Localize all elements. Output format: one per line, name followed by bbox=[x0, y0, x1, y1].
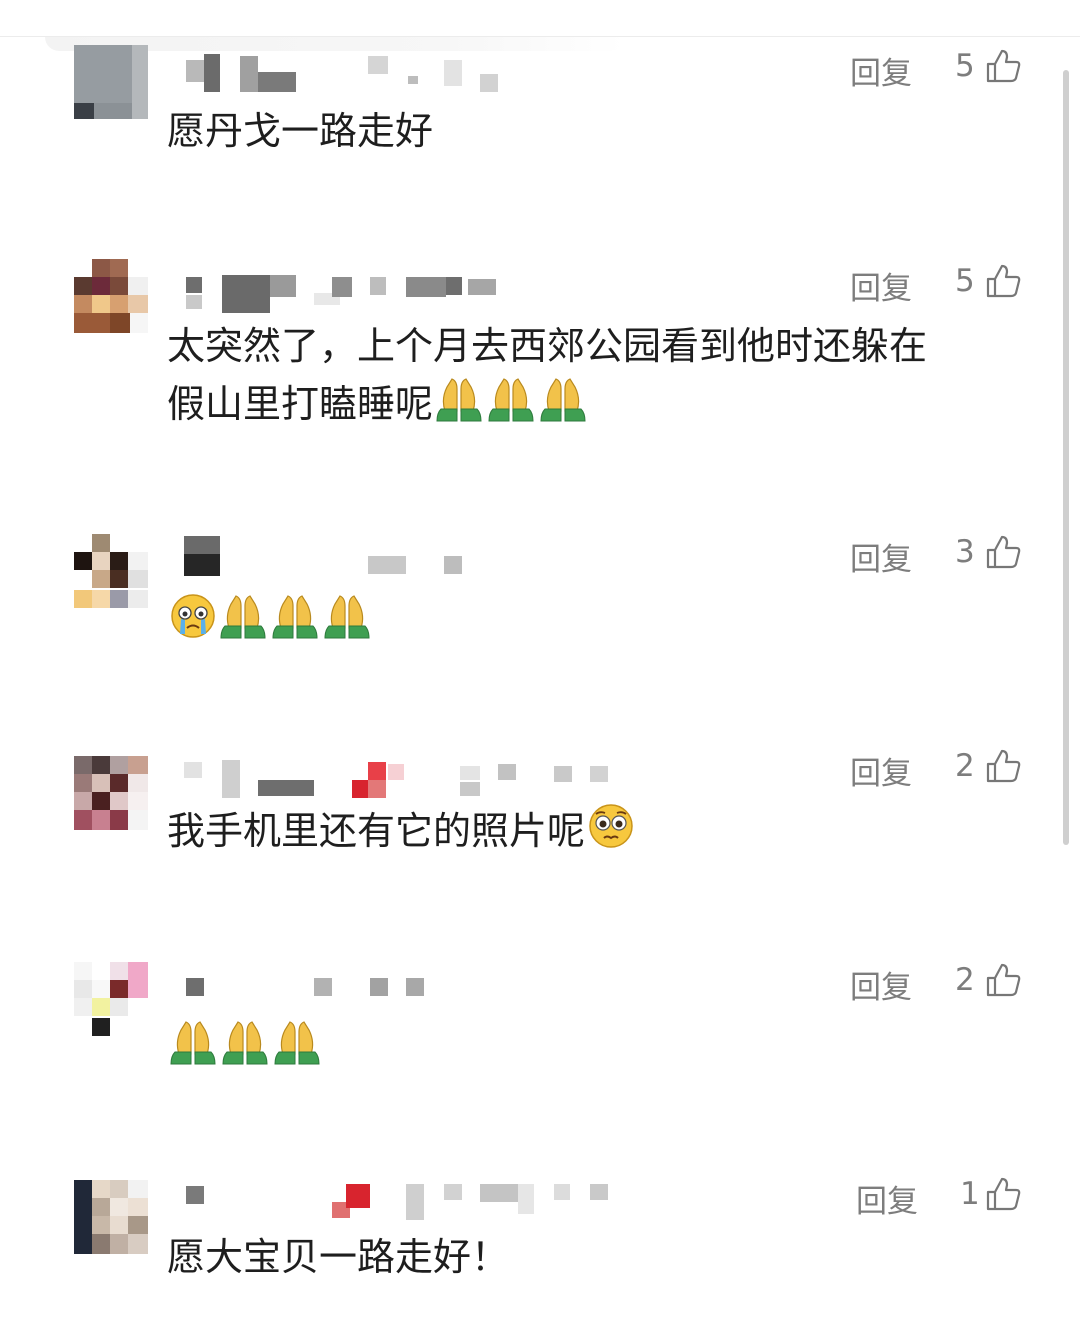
folded-hands-emoji bbox=[436, 378, 482, 422]
like-count: 3 bbox=[955, 534, 975, 570]
like-count: 1 bbox=[960, 1176, 980, 1212]
comment-text-line1: 太突然了，上个月去西郊公园看到他时还躲在 bbox=[167, 324, 928, 368]
folded-hands-emoji bbox=[324, 595, 370, 639]
comment-emoji-row bbox=[167, 1018, 323, 1076]
username-blurred[interactable] bbox=[168, 754, 638, 804]
thumbs-up-icon[interactable] bbox=[985, 962, 1021, 998]
comment-text: 我手机里还有它的照片呢 bbox=[167, 809, 586, 853]
crying-face-emoji bbox=[171, 594, 215, 638]
reply-button[interactable]: 回复 bbox=[850, 534, 912, 579]
avatar[interactable] bbox=[74, 534, 148, 608]
pleading-face-emoji bbox=[589, 804, 633, 848]
thumbs-up-icon[interactable] bbox=[985, 748, 1021, 784]
avatar[interactable] bbox=[74, 756, 148, 830]
username-blurred[interactable] bbox=[168, 52, 638, 102]
username-blurred[interactable] bbox=[168, 267, 638, 317]
folded-hands-emoji bbox=[220, 595, 266, 639]
username-blurred[interactable] bbox=[168, 1176, 638, 1226]
folded-hands-emoji bbox=[272, 595, 318, 639]
reply-button[interactable]: 回复 bbox=[856, 1176, 918, 1221]
avatar[interactable] bbox=[74, 1180, 148, 1254]
reply-button[interactable]: 回复 bbox=[850, 263, 912, 308]
reply-button[interactable]: 回复 bbox=[850, 748, 912, 793]
folded-hands-emoji bbox=[222, 1021, 268, 1065]
comment-emoji-row bbox=[167, 592, 373, 650]
avatar[interactable] bbox=[74, 259, 148, 333]
username-blurred[interactable] bbox=[168, 970, 638, 1020]
comment-text: 假山里打瞌睡呢 bbox=[167, 382, 434, 426]
thumbs-up-icon[interactable] bbox=[985, 1176, 1021, 1212]
comment-text: 愿丹戈一路走好 bbox=[167, 109, 434, 153]
avatar[interactable] bbox=[74, 45, 148, 119]
folded-hands-emoji bbox=[170, 1021, 216, 1065]
like-count: 2 bbox=[955, 748, 975, 784]
thumbs-up-icon[interactable] bbox=[985, 48, 1021, 84]
comment-text-line2: 假山里打瞌睡呢 bbox=[167, 375, 589, 433]
comment-text: 愿大宝贝一路走好！ bbox=[167, 1235, 510, 1279]
reply-button[interactable]: 回复 bbox=[850, 962, 912, 1007]
comment-text-row: 我手机里还有它的照片呢 bbox=[167, 802, 635, 860]
like-count: 5 bbox=[955, 48, 975, 84]
avatar[interactable] bbox=[74, 962, 148, 1036]
scrollbar[interactable] bbox=[1063, 70, 1069, 845]
like-count: 5 bbox=[955, 263, 975, 299]
thumbs-up-icon[interactable] bbox=[985, 534, 1021, 570]
username-blurred[interactable] bbox=[168, 534, 638, 584]
folded-hands-emoji bbox=[540, 378, 586, 422]
thumbs-up-icon[interactable] bbox=[985, 263, 1021, 299]
reply-button[interactable]: 回复 bbox=[850, 48, 912, 93]
folded-hands-emoji bbox=[488, 378, 534, 422]
folded-hands-emoji bbox=[274, 1021, 320, 1065]
like-count: 2 bbox=[955, 962, 975, 998]
